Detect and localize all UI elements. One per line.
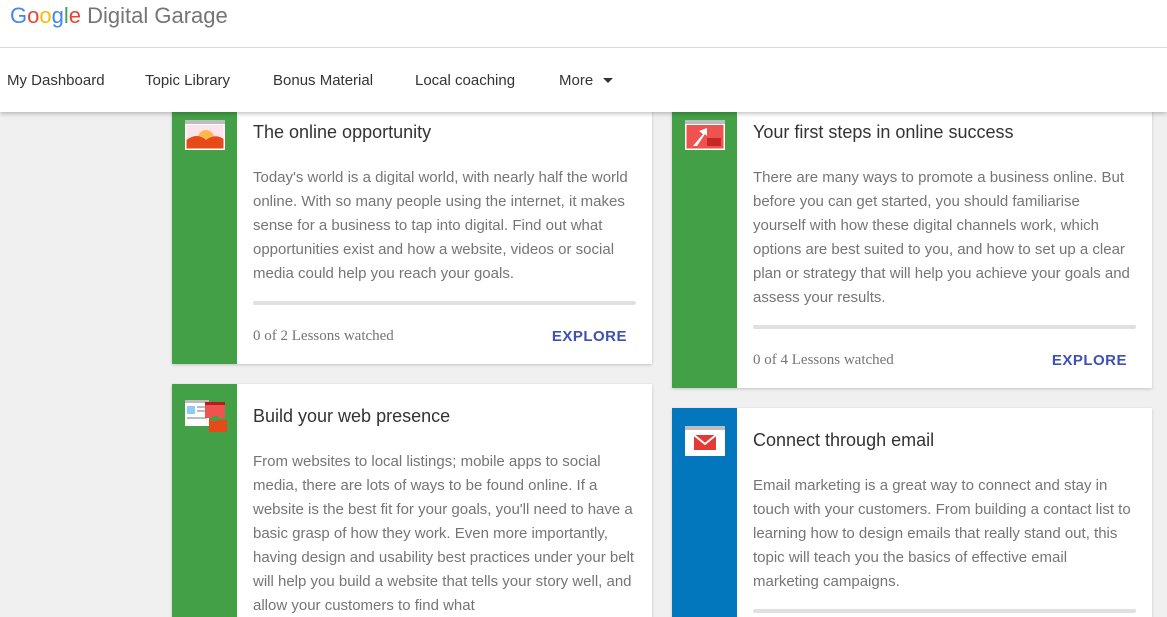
- explore-button[interactable]: EXPLORE: [552, 328, 627, 345]
- topic-card-email[interactable]: Connect through email Email marketing is…: [672, 408, 1152, 617]
- card-title[interactable]: Your first steps in online success: [753, 122, 1013, 143]
- explore-button[interactable]: EXPLORE: [1052, 352, 1127, 369]
- card-title[interactable]: Connect through email: [753, 430, 934, 451]
- nav-bonus-material[interactable]: Bonus Material: [273, 72, 373, 89]
- lessons-progress-bar: [253, 301, 636, 305]
- topic-card-first-steps[interactable]: Your first steps in online success There…: [672, 100, 1152, 388]
- nav-more-label: More: [559, 72, 594, 89]
- lessons-watched-count: 0 of 2 Lessons watched: [253, 328, 394, 344]
- card-description: Email marketing is a great way to connec…: [753, 477, 1131, 590]
- lessons-progress-bar: [753, 325, 1136, 329]
- nav-more-menu[interactable]: More: [559, 72, 614, 89]
- card-description: Today's world is a digital world, with n…: [253, 169, 628, 282]
- web-pages-icon: [185, 400, 227, 432]
- chevron-down-icon: [603, 77, 614, 83]
- lessons-watched-count: 0 of 4 Lessons watched: [753, 352, 894, 368]
- nav-my-dashboard[interactable]: My Dashboard: [7, 72, 105, 89]
- topic-card-web-presence[interactable]: Build your web presence From websites to…: [172, 384, 652, 617]
- google-digital-garage-logo[interactable]: Google Digital Garage: [10, 3, 228, 29]
- growth-arrow-icon: [685, 120, 725, 150]
- card-title[interactable]: The online opportunity: [253, 122, 431, 143]
- main-nav: My Dashboard Topic Library Bonus Materia…: [0, 48, 1167, 112]
- topic-card-online-opportunity[interactable]: The online opportunity Today's world is …: [172, 100, 652, 364]
- card-title[interactable]: Build your web presence: [253, 406, 450, 427]
- top-bar: Google Digital Garage: [0, 0, 1167, 48]
- card-description: There are many ways to promote a busines…: [753, 169, 1130, 306]
- envelope-icon: [685, 426, 725, 456]
- sunrise-icon: [185, 120, 225, 150]
- card-description: From websites to local listings; mobile …: [253, 453, 635, 614]
- lessons-progress-bar: [753, 609, 1136, 613]
- nav-local-coaching[interactable]: Local coaching: [415, 72, 515, 89]
- nav-topic-library[interactable]: Topic Library: [145, 72, 230, 89]
